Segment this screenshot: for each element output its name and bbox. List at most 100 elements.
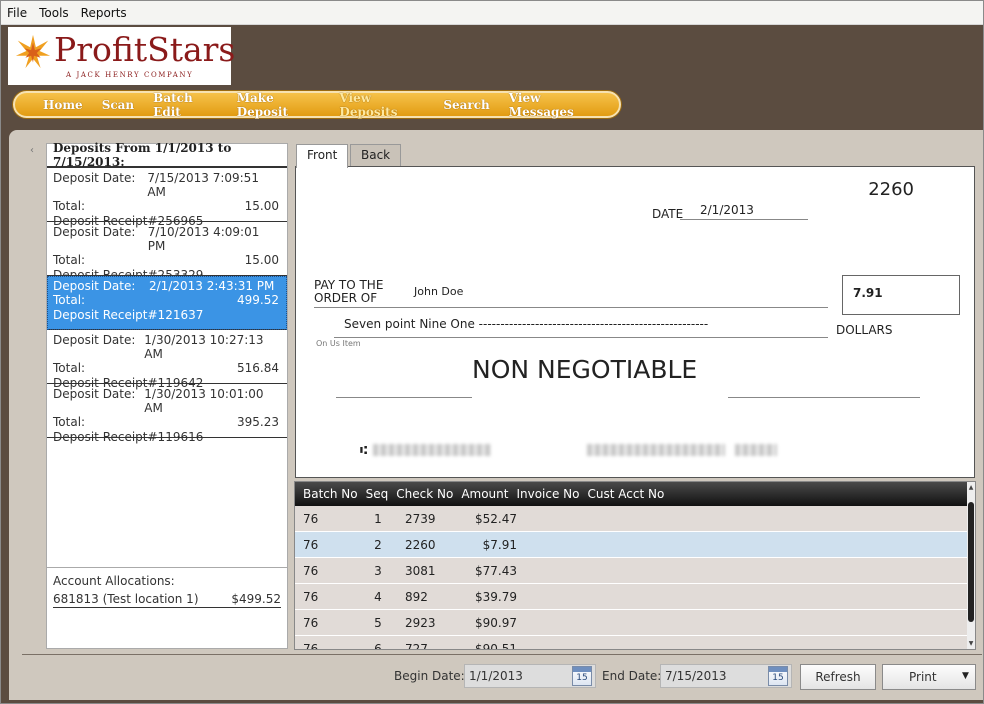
table-row[interactable]: 76 4 892 $39.79 [295, 584, 967, 610]
nav-batch-edit[interactable]: Batch Edit [153, 91, 218, 119]
print-dropdown-icon[interactable]: ▼ [962, 671, 969, 681]
table-row[interactable]: 76 3 3081 $77.43 [295, 558, 967, 584]
deposit-date: 7/15/2013 7:09:51 AM [147, 171, 259, 199]
nav-make-deposit[interactable]: Make Deposit [237, 91, 321, 119]
cell-check: 3081 [405, 563, 436, 578]
allocation-row[interactable]: 681813 (Test location 1) $499.52 [53, 592, 281, 608]
deposit-date: 7/10/2013 4:09:01 PM [147, 225, 260, 253]
deposit-total-label: Total: [53, 415, 86, 429]
check-pay-to-label: PAY TO THE ORDER OF [314, 279, 383, 305]
table-row[interactable]: 76 5 2923 $90.97 [295, 610, 967, 636]
cell-amount: $77.43 [475, 563, 517, 578]
deposit-item[interactable]: Deposit Date: 1/30/2013 10:27:13 AM Total… [47, 330, 287, 390]
tab-back[interactable]: Back [350, 144, 402, 166]
cell-batch: 76 [303, 563, 319, 578]
menu-reports[interactable]: Reports [81, 6, 127, 20]
deposit-total-label: Total: [53, 253, 86, 267]
deposit-total: 15.00 [244, 253, 279, 267]
cell-check: 892 [405, 589, 428, 604]
deposit-total-label: Total: [53, 361, 86, 375]
check-date-line [680, 219, 808, 220]
cell-amount: $90.51 [475, 641, 517, 650]
allocation-amount: $499.52 [231, 592, 281, 606]
col-batch-no[interactable]: Batch No [295, 487, 358, 501]
signature-line-left [336, 397, 472, 398]
deposit-date-label: Deposit Date: [53, 171, 136, 185]
col-cust-acct-no[interactable]: Cust Acct No [580, 487, 665, 501]
payee-line [314, 307, 828, 308]
nav-scan[interactable]: Scan [102, 98, 134, 112]
micr-serial-redacted [735, 444, 778, 456]
deposits-header: Deposits From 1/1/2013 to 7/15/2013: [47, 141, 287, 169]
deposit-item[interactable]: Deposit Date: 1/30/2013 10:01:00 AM Total… [47, 384, 287, 444]
tab-front[interactable]: Front [296, 144, 349, 168]
profitstars-logo: ProfitStars A JACK HENRY COMPANY [8, 27, 235, 85]
deposit-total: 15.00 [244, 199, 279, 213]
cell-seq: 6 [374, 641, 382, 650]
cell-check: 727 [405, 641, 428, 650]
deposit-receipt: Deposit Receipt#121637 [53, 308, 204, 322]
scroll-up-icon[interactable]: ▲ [967, 484, 975, 491]
table-row[interactable]: 76 6 727 $90.51 [295, 636, 967, 650]
check-dollars-label: DOLLARS [836, 323, 893, 337]
nav-home[interactable]: Home [43, 98, 83, 112]
deposit-total-label: Total: [53, 199, 86, 213]
allocation-account: 681813 (Test location 1) [53, 592, 199, 606]
grid-body: 76 1 2739 $52.47 76 2 2260 $7.91 76 3 30… [295, 506, 975, 650]
begin-calendar-icon[interactable]: 15 [572, 666, 592, 686]
menu-tools[interactable]: Tools [39, 6, 69, 20]
cell-batch: 76 [303, 589, 319, 604]
col-amount[interactable]: Amount [453, 487, 508, 501]
check-number: 2260 [868, 179, 914, 200]
allocations-title: Account Allocations: [53, 574, 175, 588]
deposit-date-label: Deposit Date: [53, 279, 136, 293]
col-check-no[interactable]: Check No [388, 487, 453, 501]
nav-view-messages[interactable]: View Messages [509, 91, 600, 119]
cell-batch: 76 [303, 537, 319, 552]
refresh-button[interactable]: Refresh [800, 664, 876, 690]
deposit-total: 395.23 [237, 415, 279, 429]
menu-file[interactable]: File [7, 6, 27, 20]
grid-scrollbar[interactable]: ▲ ▼ [967, 482, 975, 649]
collapse-panel-icon[interactable]: ‹ [30, 145, 34, 156]
nav-search[interactable]: Search [443, 98, 489, 112]
check-amount-box: 7.91 [842, 275, 960, 315]
micr-line: ⑆ [360, 443, 778, 457]
deposit-total: 516.84 [237, 361, 279, 375]
check-payee: John Doe [414, 285, 464, 298]
cell-seq: 5 [374, 615, 382, 630]
scroll-down-icon[interactable]: ▼ [967, 640, 975, 647]
col-invoice-no[interactable]: Invoice No [508, 487, 579, 501]
col-seq[interactable]: Seq [358, 487, 389, 501]
deposit-date: 2/1/2013 2:43:31 PM [149, 279, 275, 293]
cell-batch: 76 [303, 641, 319, 650]
deposit-item[interactable]: Deposit Date: 7/15/2013 7:09:51 AM Total:… [47, 168, 287, 228]
check-image: 2260 DATE 2/1/2013 PAY TO THE ORDER OF J… [295, 166, 975, 478]
begin-date-label: Begin Date: [394, 669, 465, 683]
scroll-thumb[interactable] [968, 502, 974, 622]
deposit-item[interactable]: Deposit Date: 7/10/2013 4:09:01 PM Total:… [47, 222, 287, 282]
cell-seq: 1 [374, 511, 382, 526]
end-calendar-icon[interactable]: 15 [768, 666, 788, 686]
cell-seq: 2 [374, 537, 382, 552]
pay-to-line2: ORDER OF [314, 291, 378, 305]
deposit-date: 1/30/2013 10:01:00 AM [144, 387, 264, 415]
deposits-panel: Deposits From 1/1/2013 to 7/15/2013: Dep… [46, 141, 288, 649]
table-row-selected[interactable]: 76 2 2260 $7.91 [295, 532, 967, 558]
cell-batch: 76 [303, 511, 319, 526]
deposit-item-selected[interactable]: Deposit Date: 2/1/2013 2:43:31 PM Total: 4… [47, 276, 287, 330]
check-amount-words: Seven point Nine One -------------------… [344, 317, 709, 331]
micr-account-redacted [587, 444, 726, 456]
cell-amount: $7.91 [482, 537, 517, 552]
check-date-label: DATE [652, 207, 684, 221]
account-allocations: Account Allocations: 681813 (Test locati… [47, 567, 287, 608]
deposit-total: 499.52 [237, 293, 279, 307]
deposit-date-label: Deposit Date: [53, 225, 136, 239]
cell-seq: 3 [374, 563, 382, 578]
table-row[interactable]: 76 1 2739 $52.47 [295, 506, 967, 532]
cell-check: 2260 [405, 537, 436, 552]
cell-amount: $52.47 [475, 511, 517, 526]
nav-view-deposits[interactable]: View Deposits [339, 91, 424, 119]
items-grid: Batch No Seq Check No Amount Invoice No … [294, 481, 976, 650]
star-burst-icon [15, 34, 51, 69]
